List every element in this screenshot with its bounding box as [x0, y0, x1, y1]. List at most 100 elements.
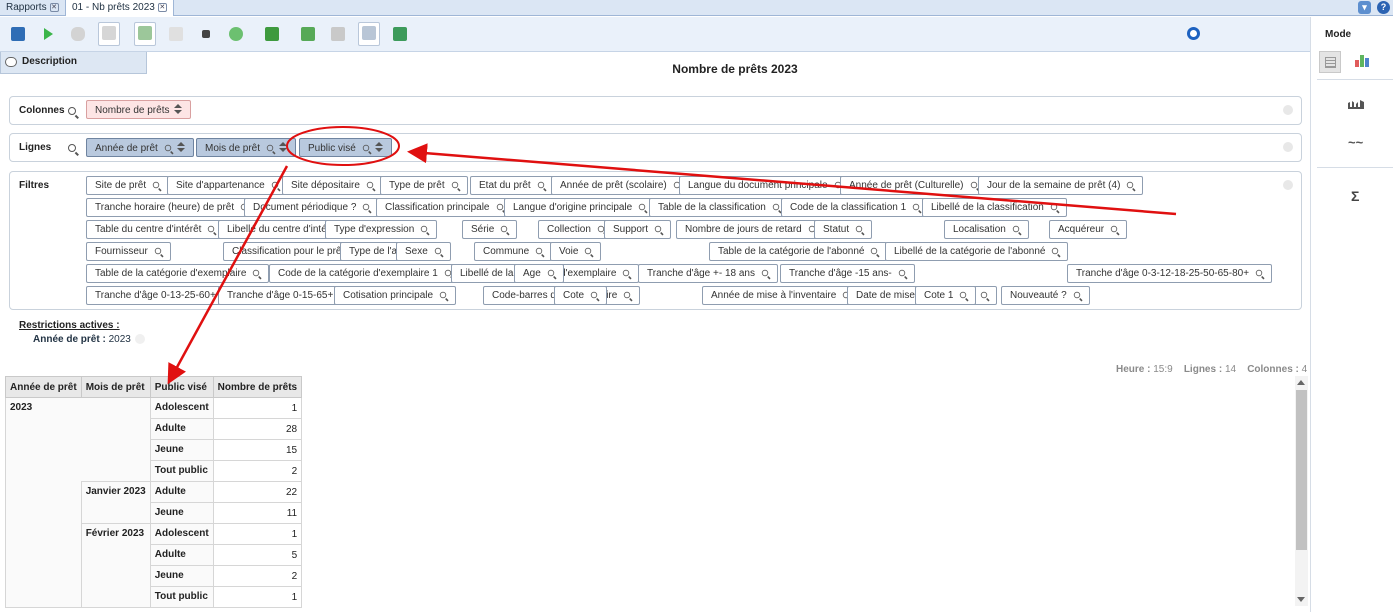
search-icon[interactable] — [855, 225, 863, 233]
filter-chip[interactable]: Tranche d'âge -15 ans- — [780, 264, 915, 283]
filter-chip[interactable]: Code de la catégorie d'exemplaire 1 — [269, 264, 461, 283]
search-icon[interactable] — [547, 269, 554, 277]
filter-chip[interactable]: Etat du prêt — [470, 176, 554, 195]
search-icon[interactable] — [537, 181, 544, 189]
filter-chip[interactable]: Site d'appartenance — [167, 176, 288, 195]
search-icon[interactable] — [970, 181, 977, 189]
filter-chip[interactable]: Classification principale — [376, 198, 513, 217]
sort-icon[interactable] — [174, 104, 183, 114]
close-icon[interactable]: ✕ — [49, 3, 59, 12]
search-icon[interactable] — [1050, 203, 1058, 211]
search-icon[interactable] — [363, 203, 370, 211]
excel-icon[interactable] — [298, 24, 318, 44]
table-view-icon[interactable] — [98, 22, 120, 46]
search-icon[interactable] — [208, 225, 215, 233]
filter-chip[interactable]: Année de prêt (scolaire) — [551, 176, 690, 195]
refresh-icon[interactable] — [226, 24, 246, 44]
column-header[interactable]: Mois de prêt — [80, 376, 151, 398]
filter-chip[interactable]: Tranche d'âge 0-3-12-18-25-50-65-80+ — [1067, 264, 1273, 283]
search-icon[interactable] — [772, 203, 780, 211]
table-mode-icon[interactable] — [1319, 51, 1341, 73]
filter-chip[interactable]: Table du centre d'intérêt — [86, 220, 225, 239]
document-icon[interactable] — [358, 22, 380, 46]
scroll-thumb[interactable] — [1296, 390, 1307, 550]
clear-icon[interactable] — [1283, 180, 1293, 190]
excel-export-icon[interactable] — [262, 24, 282, 44]
pivot-icon[interactable] — [134, 22, 156, 46]
description-tab[interactable]: Description — [0, 52, 147, 74]
filter-chip[interactable]: Nombre de jours de retard — [676, 220, 825, 239]
filter-chip[interactable]: Table de la catégorie de l'abonné — [709, 242, 888, 261]
filter-chip[interactable]: Fournisseur — [86, 242, 171, 261]
filter-chip[interactable]: Acquéreur — [1049, 220, 1128, 239]
search-icon[interactable] — [421, 225, 428, 233]
filter-chip[interactable]: Commune — [474, 242, 553, 261]
search-icon[interactable] — [898, 269, 905, 277]
filter-chip[interactable]: Libellé de la classification — [922, 198, 1067, 217]
search-icon[interactable] — [623, 269, 630, 277]
column-header[interactable]: Public visé — [149, 376, 214, 398]
filter-chip[interactable]: Site dépositaire — [282, 176, 383, 195]
filter-chip[interactable]: Type de prêt — [380, 176, 468, 195]
filter-chip[interactable]: Age — [514, 264, 564, 283]
close-icon[interactable]: ✕ — [157, 3, 167, 12]
search-icon[interactable] — [68, 107, 76, 115]
add-table-icon[interactable] — [390, 24, 410, 44]
search-icon[interactable] — [253, 269, 260, 277]
column-chip[interactable]: Nombre de prêts — [86, 100, 192, 119]
filter-chip[interactable]: Code de la classification 1 — [781, 198, 930, 217]
search-icon[interactable] — [761, 269, 769, 277]
search-icon[interactable] — [154, 247, 162, 255]
sort-icon[interactable] — [374, 142, 383, 152]
vertical-scrollbar[interactable] — [1295, 376, 1308, 606]
row-chip[interactable]: Mois de prêt — [196, 138, 297, 157]
search-icon[interactable] — [980, 291, 987, 299]
filter-chip[interactable]: Type d'expression — [325, 220, 438, 239]
row-chip[interactable]: Année de prêt — [86, 138, 194, 157]
search-icon[interactable] — [624, 291, 631, 299]
search-icon[interactable] — [1012, 225, 1020, 233]
search-icon[interactable] — [1052, 247, 1059, 255]
info-icon[interactable] — [1184, 24, 1204, 44]
filter-chip[interactable]: Nouveauté ? — [1001, 286, 1090, 305]
filter-chip[interactable]: Tranche d'âge +- 18 ans — [638, 264, 778, 283]
filter-chip[interactable]: Cote — [554, 286, 608, 305]
filter-chip[interactable]: Support — [604, 220, 672, 239]
scroll-up-icon[interactable] — [1297, 380, 1305, 385]
search-icon[interactable] — [439, 291, 447, 299]
search-icon[interactable] — [152, 181, 160, 189]
filter-chip[interactable]: Tranche horaire (heure) de prêt — [86, 198, 258, 217]
bar-chart-icon[interactable] — [1348, 100, 1364, 109]
search-icon[interactable] — [1073, 291, 1080, 299]
column-header[interactable]: Année de prêt — [5, 376, 82, 398]
search-icon[interactable] — [68, 144, 76, 152]
save-icon[interactable] — [8, 24, 28, 44]
layout-icon[interactable] — [166, 24, 186, 44]
sort-icon[interactable] — [279, 142, 288, 152]
filter-chip[interactable]: Langue du document principale — [679, 176, 851, 195]
search-icon[interactable] — [451, 181, 458, 189]
search-icon[interactable] — [639, 203, 646, 211]
filter-chip[interactable]: Série — [462, 220, 518, 239]
search-icon[interactable] — [434, 247, 441, 255]
search-icon[interactable] — [1255, 269, 1263, 277]
search-icon[interactable] — [164, 144, 172, 152]
export-icon[interactable] — [328, 24, 348, 44]
tab-rapports[interactable]: Rapports ✕ — [0, 0, 66, 16]
tab-report[interactable]: 01 - Nb prêts 2023 ✕ — [66, 0, 174, 16]
remove-restriction-icon[interactable] — [134, 334, 145, 344]
filter-chip[interactable]: Table de la classification — [649, 198, 789, 217]
filter-chip[interactable]: Année de prêt (Culturelle) — [840, 176, 987, 195]
column-header[interactable]: Nombre de prêts — [212, 376, 303, 398]
search-icon[interactable] — [871, 247, 878, 255]
filter-chip[interactable]: Voie — [550, 242, 602, 261]
filter-chip[interactable]: Collection — [538, 220, 614, 239]
search-icon[interactable] — [496, 203, 503, 211]
search-icon[interactable] — [501, 225, 508, 233]
filter-chip[interactable]: Jour de la semaine de prêt (4) — [978, 176, 1144, 195]
filter-chip[interactable]: Libellé de la catégorie de l'abonné — [885, 242, 1069, 261]
filter-chip[interactable]: Cotisation principale — [334, 286, 457, 305]
search-icon[interactable] — [912, 203, 920, 211]
search-icon[interactable] — [366, 181, 374, 189]
search-icon[interactable] — [1127, 181, 1134, 189]
